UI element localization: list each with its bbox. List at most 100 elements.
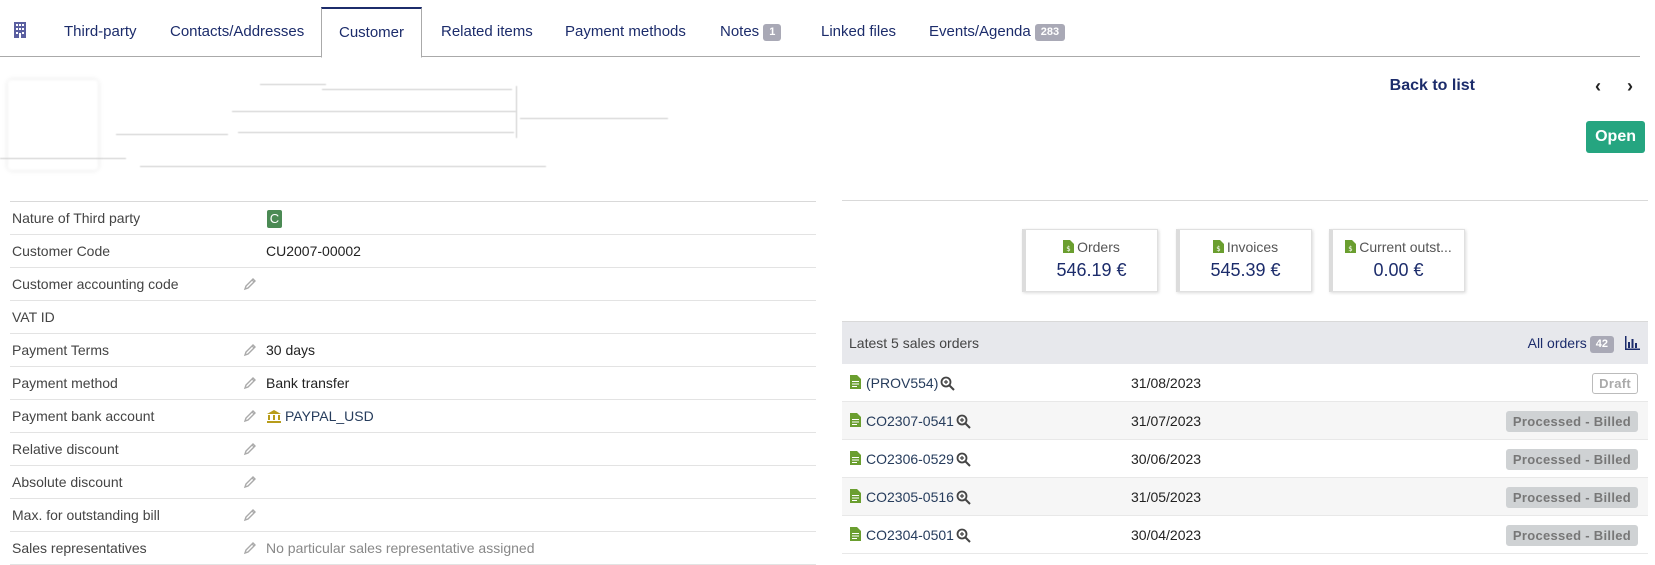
- zoom-icon[interactable]: [956, 414, 971, 429]
- info-row-nature: Nature of Third party C: [10, 202, 816, 235]
- tab-label: Linked files: [821, 23, 897, 40]
- order-document-icon: [850, 375, 861, 389]
- tab-notes[interactable]: Notes 1: [703, 7, 798, 57]
- info-label: VAT ID: [12, 309, 55, 325]
- tab-contacts-addresses[interactable]: Contacts/Addresses: [153, 7, 321, 57]
- customer-info-table: Nature of Third party C Customer Code CU…: [10, 201, 816, 565]
- zoom-icon[interactable]: [956, 452, 971, 467]
- blurred-text: [520, 118, 668, 119]
- info-label: Payment bank account: [12, 408, 155, 424]
- info-label: Relative discount: [12, 441, 119, 457]
- pencil-icon[interactable]: [243, 376, 257, 390]
- customer-code-value: CU2007-00002: [266, 243, 361, 259]
- all-orders-count-badge: 42: [1589, 336, 1614, 353]
- back-to-list-link[interactable]: Back to list: [1390, 77, 1475, 95]
- stat-label: Orders: [1077, 239, 1120, 255]
- tab-payment-methods[interactable]: Payment methods: [548, 7, 703, 57]
- previous-record-icon[interactable]: ‹: [1589, 76, 1607, 96]
- stat-box-orders[interactable]: $ Orders 546.19 €: [1022, 229, 1158, 292]
- latest-orders-panel: Latest 5 sales orders All orders 42 (PROV…: [842, 321, 1648, 554]
- tab-customer[interactable]: Customer: [321, 7, 423, 58]
- bank-account-link[interactable]: PAYPAL_USD: [285, 408, 374, 424]
- info-label: Sales representatives: [12, 540, 147, 556]
- svg-text:$: $: [1066, 245, 1070, 253]
- order-row: (PROV554) 31/08/2023 Draft: [842, 364, 1648, 402]
- zoom-icon[interactable]: [940, 376, 956, 391]
- status-badge: Open: [1586, 121, 1645, 153]
- tab-label: Related items: [441, 23, 533, 40]
- sales-reps-value: No particular sales representative assig…: [266, 540, 535, 556]
- order-document-icon: [850, 489, 861, 503]
- blurred-divider: [516, 86, 517, 138]
- bank-account-value: PAYPAL_USD: [266, 400, 374, 433]
- info-row-relative-discount: Relative discount: [10, 433, 816, 466]
- events-count-badge: 283: [1034, 24, 1066, 41]
- tab-label: Third-party: [64, 23, 137, 40]
- building-icon[interactable]: [12, 21, 28, 39]
- notes-count-badge: 1: [763, 24, 782, 41]
- blurred-text: [232, 111, 516, 112]
- order-ref-cell: CO2307-0541: [866, 402, 971, 440]
- tab-label: Customer: [339, 24, 405, 41]
- info-row-payment-method: Payment method Bank transfer: [10, 367, 816, 400]
- tab-third-party[interactable]: Third-party: [47, 7, 154, 57]
- tab-related-items[interactable]: Related items: [424, 7, 550, 57]
- pencil-icon[interactable]: [243, 475, 257, 489]
- zoom-icon[interactable]: [956, 490, 971, 505]
- stat-value: 546.19 €: [1056, 260, 1127, 280]
- order-status-badge: Processed - Billed: [1505, 525, 1638, 546]
- orders-title: Latest 5 sales orders: [849, 335, 979, 351]
- stat-label-row: $ Orders: [1026, 239, 1157, 255]
- pencil-icon[interactable]: [243, 409, 257, 423]
- order-document-icon: [850, 527, 861, 541]
- blurred-text: [238, 132, 514, 133]
- bar-chart-icon[interactable]: [1624, 336, 1640, 350]
- invoice-document-icon: $: [1212, 240, 1224, 253]
- stat-box-outstanding[interactable]: $ Current outst... 0.00 €: [1329, 229, 1465, 292]
- order-date: 31/05/2023: [1131, 489, 1202, 505]
- order-ref-link[interactable]: (PROV554): [866, 375, 938, 391]
- pencil-icon[interactable]: [243, 343, 257, 357]
- order-ref-link[interactable]: CO2305-0516: [866, 489, 954, 505]
- info-row-customer-code: Customer Code CU2007-00002: [10, 235, 816, 268]
- tab-label: Notes: [720, 23, 760, 40]
- tab-events-agenda[interactable]: Events/Agenda 283: [912, 7, 1082, 57]
- all-orders-link[interactable]: All orders 42: [1528, 322, 1614, 365]
- order-row: CO2307-0541 31/07/2023 Processed - Bille…: [842, 402, 1648, 440]
- tab-bar: Third-party Contacts/Addresses Customer …: [0, 0, 1640, 58]
- pencil-icon[interactable]: [243, 442, 257, 456]
- order-status-badge: Draft: [1592, 373, 1638, 394]
- blurred-text: [116, 134, 228, 135]
- info-row-accounting-code: Customer accounting code: [10, 268, 816, 301]
- all-orders-label: All orders: [1527, 335, 1587, 351]
- outstanding-document-icon: $: [1345, 240, 1357, 253]
- stat-box-invoices[interactable]: $ Invoices 545.39 €: [1176, 229, 1312, 292]
- stat-label-row: $ Invoices: [1180, 239, 1311, 255]
- order-ref-link[interactable]: CO2304-0501: [866, 527, 954, 543]
- stat-label-row: $ Current outst...: [1333, 239, 1464, 255]
- pencil-icon[interactable]: [243, 541, 257, 555]
- tab-linked-files[interactable]: Linked files: [804, 7, 913, 57]
- blurred-text: [260, 84, 326, 85]
- info-row-bank-account: Payment bank account PAYPAL_USD: [10, 400, 816, 433]
- order-document-icon: [850, 451, 861, 465]
- stat-value: 0.00 €: [1373, 260, 1424, 280]
- payment-terms-value: 30 days: [266, 342, 316, 358]
- info-row-vat-id: VAT ID: [10, 301, 816, 334]
- svg-text:$: $: [1348, 245, 1352, 253]
- company-logo: [8, 80, 98, 170]
- order-ref-link[interactable]: CO2307-0541: [866, 413, 954, 429]
- info-row-absolute-discount: Absolute discount: [10, 466, 816, 499]
- bank-icon: [267, 410, 281, 423]
- nature-badge: C: [267, 210, 282, 228]
- order-ref-link[interactable]: CO2306-0529: [866, 451, 954, 467]
- pencil-icon[interactable]: [243, 508, 257, 522]
- svg-text:$: $: [1216, 245, 1220, 253]
- zoom-icon[interactable]: [956, 528, 971, 543]
- pencil-icon[interactable]: [243, 277, 257, 291]
- stat-label: Invoices: [1226, 239, 1279, 255]
- tab-label: Events/Agenda: [929, 23, 1031, 40]
- info-row-sales-reps: Sales representatives No particular sale…: [10, 532, 816, 565]
- next-record-icon[interactable]: ›: [1621, 76, 1639, 96]
- order-document-icon: [850, 413, 861, 427]
